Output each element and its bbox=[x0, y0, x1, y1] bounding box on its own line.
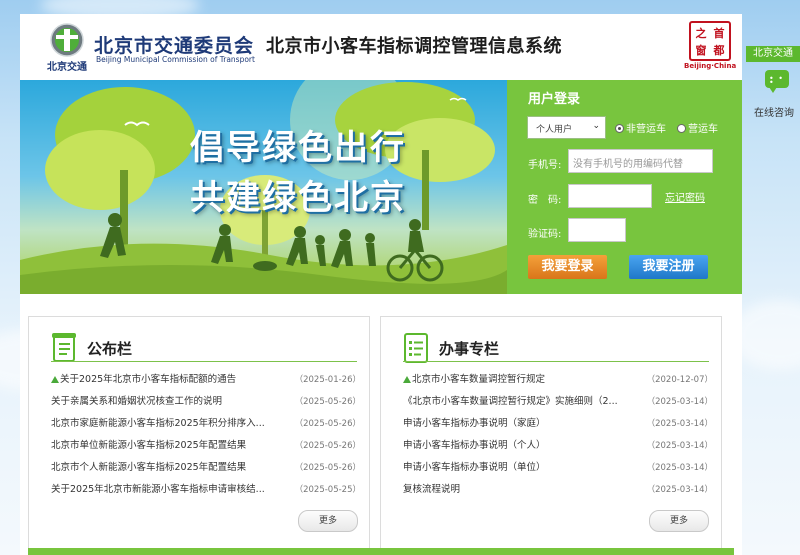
item-date: （2020-12-07） bbox=[646, 375, 713, 385]
register-button[interactable]: 我要注册 bbox=[629, 255, 708, 279]
online-consult-widget[interactable]: 北京交通 • • • 在线咨询 bbox=[746, 46, 800, 119]
list-item[interactable]: 关于亲属关系和婚姻状况核查工作的说明 （2025-05-26） bbox=[51, 391, 361, 413]
services-title: 办事专栏 bbox=[439, 340, 500, 358]
list-item[interactable]: 申请小客车指标办事说明（家庭） （2025-03-14） bbox=[403, 413, 713, 435]
bj-logo-char-4: 窗 bbox=[696, 43, 707, 57]
item-date: （2025-03-14） bbox=[646, 397, 713, 407]
item-date: （2025-03-14） bbox=[646, 419, 713, 429]
phone-placeholder: 没有手机号的用编码代替 bbox=[573, 159, 683, 170]
item-title[interactable]: 《北京市小客车数量调控暂行规定》实施细则（2... bbox=[403, 391, 629, 413]
login-panel: 用户登录 个人用户 ⌄ 非营运车 营运车 手机号: 没有手机号的用编码代替 密 … bbox=[507, 80, 742, 294]
services-more-button[interactable]: 更多 bbox=[649, 510, 709, 532]
item-title[interactable]: 申请小客车指标办事说明（单位） bbox=[403, 457, 629, 479]
bj-logo-en: Beijing·China bbox=[684, 62, 737, 70]
announcements-title: 公布栏 bbox=[87, 340, 133, 358]
item-title[interactable]: 关于2025年北京市新能源小客车指标申请审核结... bbox=[51, 479, 277, 501]
list-item[interactable]: 关于2025年北京市小客车指标配额的通告 （2025-01-26） bbox=[51, 369, 361, 391]
title-divider bbox=[403, 361, 709, 362]
radio-operating-label: 营运车 bbox=[688, 124, 718, 135]
login-title: 用户登录 bbox=[528, 92, 581, 107]
list-item[interactable]: 北京市个人新能源小客车指标2025年配置结果 （2025-05-26） bbox=[51, 457, 361, 479]
captcha-input[interactable] bbox=[568, 218, 626, 242]
item-date: （2025-01-26） bbox=[294, 375, 361, 385]
item-date: （2025-03-14） bbox=[646, 463, 713, 473]
page-container: 北京交通 北京市交通委员会 Beijing Municipal Commissi… bbox=[20, 14, 742, 555]
list-item[interactable]: 《北京市小客车数量调控暂行规定》实施细则（2... （2025-03-14） bbox=[403, 391, 713, 413]
list-item[interactable]: 申请小客车指标办事说明（个人） （2025-03-14） bbox=[403, 435, 713, 457]
checklist-icon bbox=[404, 333, 428, 363]
item-date: （2025-05-26） bbox=[294, 397, 361, 407]
logo-text: 北京交通 bbox=[47, 60, 87, 73]
org-name-en: Beijing Municipal Commission of Transpor… bbox=[96, 55, 255, 64]
item-title[interactable]: 申请小客车指标办事说明（家庭） bbox=[403, 413, 629, 435]
password-input[interactable] bbox=[568, 184, 652, 208]
bj-logo-char-2: 首 bbox=[714, 26, 725, 40]
password-label: 密 码: bbox=[528, 195, 562, 206]
pin-top-icon bbox=[51, 376, 59, 383]
radio-operating[interactable]: 营运车 bbox=[677, 120, 718, 135]
login-button[interactable]: 我要登录 bbox=[528, 255, 607, 279]
list-item[interactable]: 北京市家庭新能源小客车指标2025年积分排序入... （2025-05-26） bbox=[51, 413, 361, 435]
user-type-select[interactable]: 个人用户 ⌄ bbox=[527, 116, 606, 139]
bj-logo-char-1: 之 bbox=[696, 26, 707, 40]
site-header: 北京交通 北京市交通委员会 Beijing Municipal Commissi… bbox=[20, 14, 742, 80]
item-date: （2025-05-25） bbox=[294, 485, 361, 495]
announcements-list: 关于2025年北京市小客车指标配额的通告 （2025-01-26） 关于亲属关系和… bbox=[51, 369, 361, 501]
item-title[interactable]: 申请小客车指标办事说明（个人） bbox=[403, 435, 629, 457]
item-title[interactable]: 关于亲属关系和婚姻状况核查工作的说明 bbox=[51, 391, 277, 413]
org-name: 北京市交通委员会 bbox=[94, 35, 255, 57]
item-title[interactable]: 北京市个人新能源小客车指标2025年配置结果 bbox=[51, 457, 277, 479]
side-widget-header: 北京交通 bbox=[746, 46, 800, 62]
list-item[interactable]: 关于2025年北京市新能源小客车指标申请审核结... （2025-05-25） bbox=[51, 479, 361, 501]
item-date: （2025-03-14） bbox=[646, 485, 713, 495]
item-date: （2025-05-26） bbox=[294, 463, 361, 473]
item-title[interactable]: 北京市小客车数量调控暂行规定 bbox=[412, 374, 545, 385]
services-list: 北京市小客车数量调控暂行规定 （2020-12-07） 《北京市小客车数量调控暂行… bbox=[403, 369, 713, 501]
list-item[interactable]: 申请小客车指标办事说明（单位） （2025-03-14） bbox=[403, 457, 713, 479]
online-consult-label[interactable]: 在线咨询 bbox=[754, 104, 794, 119]
banner-slogan-1: 倡导绿色出行 bbox=[190, 128, 406, 168]
radio-checked-icon bbox=[615, 124, 624, 133]
chat-bubble-icon[interactable]: • • • bbox=[765, 70, 789, 93]
item-date: （2025-05-26） bbox=[294, 441, 361, 451]
item-title[interactable]: 关于2025年北京市小客车指标配额的通告 bbox=[60, 374, 236, 385]
radio-unchecked-icon bbox=[677, 124, 686, 133]
announcements-panel: 公布栏 关于2025年北京市小客车指标配额的通告 （2025-01-26） 关于亲… bbox=[28, 316, 370, 555]
list-item[interactable]: 北京市小客车数量调控暂行规定 （2020-12-07） bbox=[403, 369, 713, 391]
pin-top-icon bbox=[403, 376, 411, 383]
hero-banner: 倡导绿色出行 共建绿色北京 bbox=[20, 80, 507, 294]
list-item[interactable]: 北京市单位新能源小客车指标2025年配置结果 （2025-05-26） bbox=[51, 435, 361, 457]
captcha-label: 验证码: bbox=[528, 229, 562, 240]
forgot-password-link[interactable]: 忘记密码 bbox=[665, 189, 705, 204]
phone-label: 手机号: bbox=[528, 160, 562, 171]
services-panel: 办事专栏 北京市小客车数量调控暂行规定 （2020-12-07） 《北京市小客车数… bbox=[380, 316, 722, 555]
bj-logo-char-3: 都 bbox=[713, 43, 725, 57]
announcements-more-button[interactable]: 更多 bbox=[298, 510, 358, 532]
item-title[interactable]: 北京市家庭新能源小客车指标2025年积分排序入... bbox=[51, 413, 277, 435]
banner-slogan-2: 共建绿色北京 bbox=[190, 178, 406, 218]
item-title[interactable]: 北京市单位新能源小客车指标2025年配置结果 bbox=[51, 435, 277, 457]
item-date: （2025-05-26） bbox=[294, 419, 361, 429]
list-item[interactable]: 复核流程说明 （2025-03-14） bbox=[403, 479, 713, 501]
item-date: （2025-03-14） bbox=[646, 441, 713, 451]
phone-input[interactable]: 没有手机号的用编码代替 bbox=[568, 149, 713, 173]
item-title[interactable]: 复核流程说明 bbox=[403, 479, 629, 501]
radio-non-operating[interactable]: 非营运车 bbox=[615, 120, 666, 135]
footer-bar bbox=[28, 548, 734, 555]
chevron-down-icon: ⌄ bbox=[592, 121, 600, 131]
user-type-value: 个人用户 bbox=[536, 125, 573, 135]
system-title: 北京市小客车指标调控管理信息系统 bbox=[266, 36, 562, 57]
title-divider bbox=[51, 361, 357, 362]
transport-logo-icon[interactable]: 北京交通 bbox=[38, 20, 96, 74]
announcement-scroll-icon bbox=[52, 333, 76, 362]
radio-non-operating-label: 非营运车 bbox=[626, 124, 666, 135]
